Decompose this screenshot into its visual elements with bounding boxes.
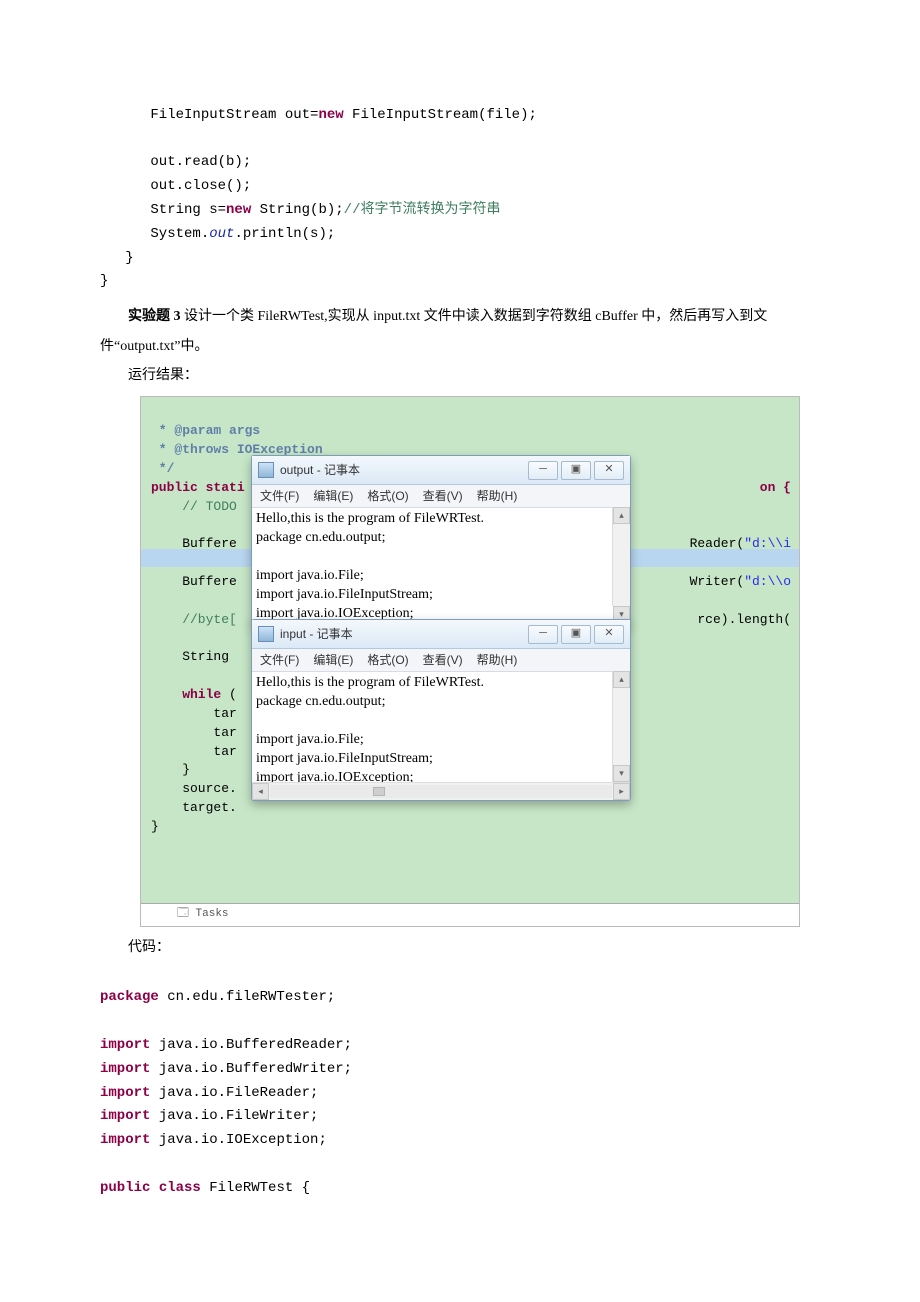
titlebar[interactable]: output - 记事本 ─ ▣ ✕ <box>252 456 630 485</box>
close-button[interactable]: ✕ <box>594 461 624 480</box>
notepad-icon <box>258 462 274 478</box>
close-button[interactable]: ✕ <box>594 625 624 644</box>
ide-editor-region: * @param args * @throws IOException */ p… <box>140 396 800 927</box>
menu-format[interactable]: 格式(O) <box>367 652 408 669</box>
menu-edit[interactable]: 编辑(E) <box>313 652 353 669</box>
notepad-content[interactable]: Hello,this is the program of FileWRTest.… <box>252 672 630 782</box>
scroll-down-icon[interactable]: ▾ <box>613 765 630 782</box>
notepad-icon <box>258 626 274 642</box>
bottom-code-block: package cn.edu.fileRWTester; import java… <box>100 963 820 1201</box>
minimize-button[interactable]: ─ <box>528 625 558 644</box>
exercise-3-task: 实验题 3 设计一个类 FileRWTest,实现从 input.txt 文件中… <box>100 302 820 361</box>
menu-view[interactable]: 查看(V) <box>423 652 463 669</box>
menu-help[interactable]: 帮助(H) <box>477 488 518 505</box>
run-result-label: 运行结果： <box>100 361 820 390</box>
scroll-left-icon[interactable]: ◂ <box>252 783 269 800</box>
code-label: 代码： <box>100 933 820 962</box>
notepad-output-window[interactable]: output - 记事本 ─ ▣ ✕ 文件(F) 编辑(E) 格式(O) 查看(… <box>251 455 631 625</box>
menu-help[interactable]: 帮助(H) <box>477 652 518 669</box>
vertical-scrollbar[interactable]: ▴ ▾ <box>612 507 630 606</box>
window-title: input - 记事本 <box>280 626 522 643</box>
horizontal-scrollbar[interactable]: ◂ ▸ <box>252 782 630 800</box>
scroll-right-icon[interactable]: ▸ <box>613 783 630 800</box>
notepad-input-window[interactable]: input - 记事本 ─ ▣ ✕ 文件(F) 编辑(E) 格式(O) 查看(V… <box>251 619 631 801</box>
menu-view[interactable]: 查看(V) <box>423 488 463 505</box>
ide-reader-fragment: Reader( <box>690 536 745 551</box>
menu-format[interactable]: 格式(O) <box>367 488 408 505</box>
notepad-content[interactable]: Hello,this is the program of FileWRTest.… <box>252 508 630 624</box>
menubar[interactable]: 文件(F) 编辑(E) 格式(O) 查看(V) 帮助(H) <box>252 485 630 508</box>
scroll-up-icon[interactable]: ▴ <box>613 507 630 524</box>
top-code-block: FileInputStream out=new FileInputStream(… <box>100 80 820 294</box>
ide-writer-fragment: Writer( <box>690 574 745 589</box>
titlebar[interactable]: input - 记事本 ─ ▣ ✕ <box>252 620 630 649</box>
maximize-button[interactable]: ▣ <box>561 625 591 644</box>
menu-edit[interactable]: 编辑(E) <box>313 488 353 505</box>
ide-tab-tasks[interactable]: 🗔 Tasks <box>177 907 229 923</box>
ide-tabs-bar[interactable]: 🗔 Tasks <box>141 903 800 926</box>
menu-file[interactable]: 文件(F) <box>260 488 299 505</box>
vertical-scrollbar[interactable]: ▴ ▾ <box>612 671 630 782</box>
menu-file[interactable]: 文件(F) <box>260 652 299 669</box>
exercise-label: 实验题 3 <box>128 309 181 324</box>
window-title: output - 记事本 <box>280 462 522 479</box>
menubar[interactable]: 文件(F) 编辑(E) 格式(O) 查看(V) 帮助(H) <box>252 649 630 672</box>
scroll-thumb[interactable] <box>373 787 385 796</box>
scroll-up-icon[interactable]: ▴ <box>613 671 630 688</box>
minimize-button[interactable]: ─ <box>528 461 558 480</box>
maximize-button[interactable]: ▣ <box>561 461 591 480</box>
